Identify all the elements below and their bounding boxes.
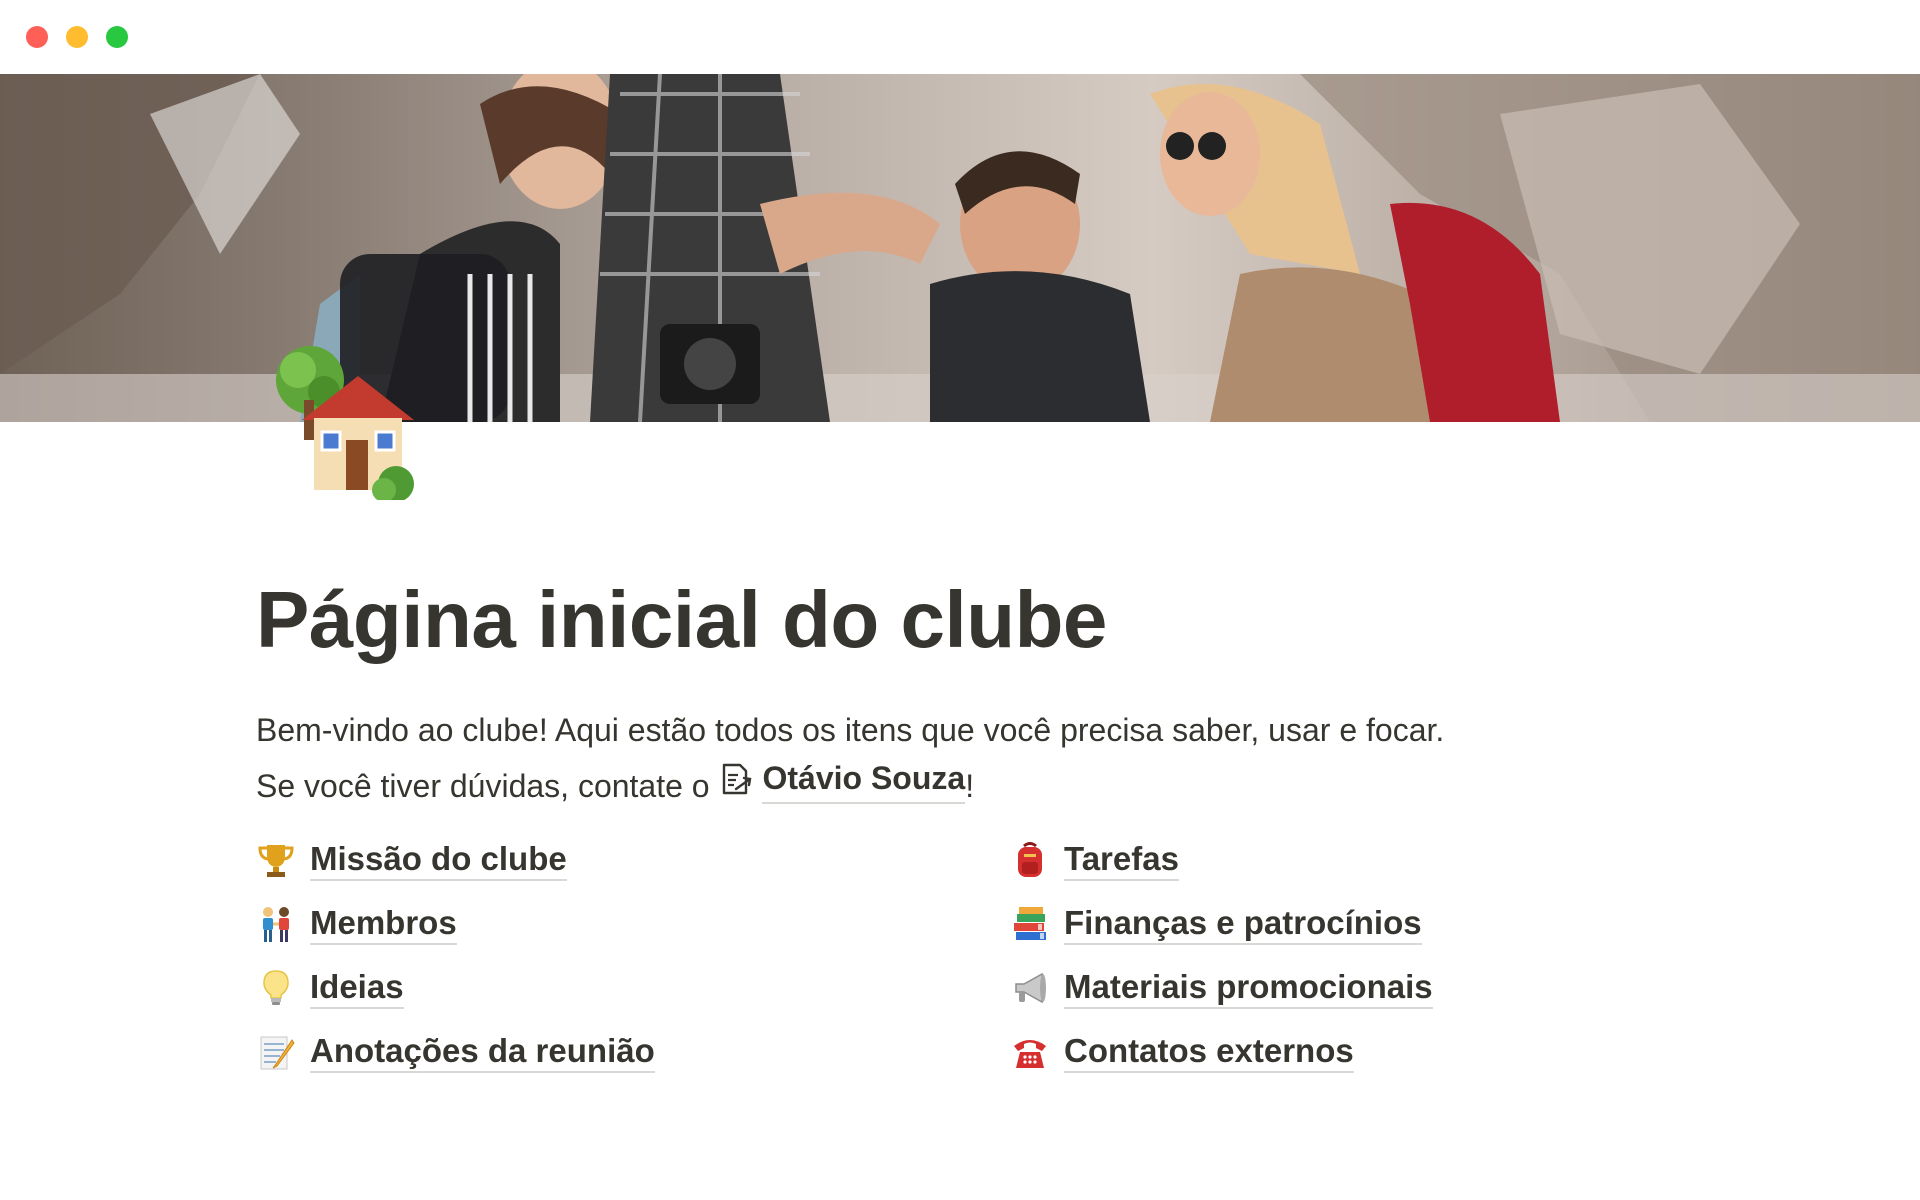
link-label[interactable]: Ideias xyxy=(310,967,404,1009)
link-anotacoes-da-reuniao[interactable]: Anotações da reunião xyxy=(256,1020,956,1084)
contact-link[interactable]: Otávio Souza xyxy=(762,754,966,804)
document-link-icon xyxy=(723,763,752,795)
megaphone-icon xyxy=(1015,972,1046,1004)
close-window-button[interactable] xyxy=(26,26,48,48)
link-materiais-promocionais[interactable]: Materiais promocionais xyxy=(1010,956,1710,1020)
intro-line-2-prefix: Se você tiver dúvidas, contate o xyxy=(256,768,710,804)
minimize-window-button[interactable] xyxy=(66,26,88,48)
intro-line-1: Bem-vindo ao clube! Aqui estão todos os … xyxy=(256,712,1445,748)
memo-icon xyxy=(260,1036,295,1070)
house-with-garden-icon[interactable] xyxy=(258,340,418,502)
link-label[interactable]: Membros xyxy=(310,903,457,945)
link-label[interactable]: Contatos externos xyxy=(1064,1031,1354,1073)
link-ideias[interactable]: Ideias xyxy=(256,956,956,1020)
intro-text: Bem-vindo ao clube! Aqui estão todos os … xyxy=(256,706,1576,810)
link-missao-do-clube[interactable]: Missão do clube xyxy=(256,828,956,892)
maximize-window-button[interactable] xyxy=(106,26,128,48)
link-contatos-externos[interactable]: Contatos externos xyxy=(1010,1020,1710,1084)
link-label[interactable]: Finanças e patrocínios xyxy=(1064,903,1422,945)
backpack-icon xyxy=(1018,842,1042,877)
link-label[interactable]: Missão do clube xyxy=(310,839,567,881)
link-financas-e-patrocinios[interactable]: Finanças e patrocínios xyxy=(1010,892,1710,956)
link-label[interactable]: Tarefas xyxy=(1064,839,1179,881)
links-column-left: Missão do clube Membros Ideias Anotações… xyxy=(256,828,956,1084)
intro-line-2: Se você tiver dúvidas, contate o Otávio … xyxy=(256,754,1576,810)
trophy-icon xyxy=(258,845,294,877)
page-title[interactable]: Página inicial do clube xyxy=(256,560,1576,680)
link-label[interactable]: Anotações da reunião xyxy=(310,1031,655,1073)
window-titlebar xyxy=(0,0,1920,74)
telephone-icon xyxy=(1014,1040,1046,1068)
people-holding-hands-icon xyxy=(263,907,289,942)
light-bulb-icon xyxy=(263,970,289,1005)
link-tarefas[interactable]: Tarefas xyxy=(1010,828,1710,892)
contact-mention[interactable]: Otávio Souza xyxy=(718,754,966,804)
page-content: Página inicial do clube Bem-vindo ao clu… xyxy=(256,560,1576,810)
link-label[interactable]: Materiais promocionais xyxy=(1064,967,1433,1009)
intro-line-2-suffix: ! xyxy=(965,768,975,804)
links-column-right: Tarefas Finanças e patrocínios Materiais… xyxy=(1010,828,1710,1084)
link-membros[interactable]: Membros xyxy=(256,892,956,956)
page-icon-art xyxy=(276,346,414,502)
page-links: Missão do clube Membros Ideias Anotações… xyxy=(256,828,1576,1088)
books-icon xyxy=(1014,907,1046,940)
